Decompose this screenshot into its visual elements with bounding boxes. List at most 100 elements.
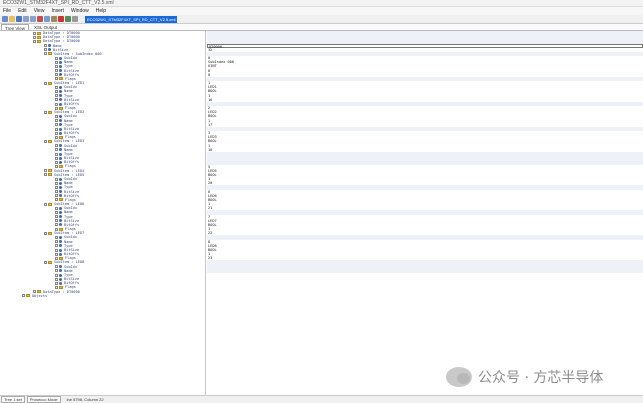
expand-toggle-icon[interactable] <box>55 73 58 77</box>
expand-toggle-icon[interactable] <box>44 44 47 48</box>
menu-view[interactable]: View <box>34 7 45 15</box>
value-pane[interactable]: DT0000 32 0 SubIndex 000 UINT 8 0 1 LED1 BOOL 1 16 2… <box>207 31 643 395</box>
expand-toggle-icon[interactable] <box>55 64 58 68</box>
open-icon[interactable] <box>9 16 15 22</box>
expand-toggle-icon[interactable] <box>55 198 58 202</box>
expand-toggle-icon[interactable] <box>55 152 58 156</box>
expand-toggle-icon[interactable] <box>55 56 58 60</box>
folder-icon <box>59 198 63 202</box>
expand-toggle-icon[interactable] <box>33 290 36 294</box>
folder-icon <box>48 52 52 56</box>
node-icon <box>59 64 62 68</box>
copy-icon[interactable] <box>44 16 50 22</box>
folder-icon <box>37 39 41 43</box>
expand-toggle-icon[interactable] <box>33 35 36 39</box>
expand-toggle-icon[interactable] <box>55 89 58 93</box>
expand-toggle-icon[interactable] <box>55 160 58 164</box>
expand-toggle-icon[interactable] <box>55 177 58 181</box>
folder-icon <box>48 110 52 114</box>
expand-toggle-icon[interactable] <box>44 110 47 114</box>
expand-toggle-icon[interactable] <box>33 39 36 43</box>
expand-toggle-icon[interactable] <box>55 115 58 119</box>
expand-toggle-icon[interactable] <box>55 148 58 152</box>
expand-toggle-icon[interactable] <box>55 277 58 281</box>
expand-toggle-icon[interactable] <box>44 231 47 235</box>
expand-toggle-icon[interactable] <box>55 185 58 189</box>
redo-icon[interactable] <box>30 16 36 22</box>
node-icon <box>59 115 62 119</box>
expand-toggle-icon[interactable] <box>55 94 58 98</box>
expand-toggle-icon[interactable] <box>55 281 58 285</box>
expand-toggle-icon[interactable] <box>55 244 58 248</box>
expand-toggle-icon[interactable] <box>55 273 58 277</box>
save-icon[interactable] <box>16 16 22 22</box>
expand-toggle-icon[interactable] <box>44 169 47 173</box>
expand-toggle-icon[interactable] <box>22 294 25 298</box>
cut-icon[interactable] <box>37 16 43 22</box>
expand-toggle-icon[interactable] <box>55 265 58 269</box>
expand-toggle-icon[interactable] <box>55 252 58 256</box>
expand-toggle-icon[interactable] <box>55 98 58 102</box>
expand-toggle-icon[interactable] <box>55 194 58 198</box>
path-field[interactable]: ECO32W1_STM32F4XT_SPI_RD_CTT_V2.5.xml <box>85 15 177 23</box>
menu-help[interactable]: Help <box>96 7 106 15</box>
expand-toggle-icon[interactable] <box>55 85 58 89</box>
delete-icon[interactable] <box>58 16 64 22</box>
expand-toggle-icon[interactable] <box>55 215 58 219</box>
tree-node[interactable]: Objects <box>0 294 205 298</box>
expand-toggle-icon[interactable] <box>55 127 58 131</box>
expand-toggle-icon[interactable] <box>55 69 58 73</box>
expand-toggle-icon[interactable] <box>55 144 58 148</box>
expand-toggle-icon[interactable] <box>55 236 58 239</box>
node-icon <box>59 240 62 244</box>
expand-toggle-icon[interactable] <box>44 261 47 265</box>
expand-toggle-icon[interactable] <box>44 48 47 52</box>
menu-insert[interactable]: Insert <box>51 7 64 15</box>
value-cell[interactable] <box>207 268 643 273</box>
expand-toggle-icon[interactable] <box>55 106 58 110</box>
expand-toggle-icon[interactable] <box>55 223 58 227</box>
expand-toggle-icon[interactable] <box>44 52 47 56</box>
tab-tree-view[interactable]: Tree View <box>1 24 30 31</box>
expand-toggle-icon[interactable] <box>55 77 58 81</box>
expand-toggle-icon[interactable] <box>55 165 58 169</box>
expand-toggle-icon[interactable] <box>55 219 58 223</box>
expand-toggle-icon[interactable] <box>55 131 58 135</box>
expand-toggle-icon[interactable] <box>44 173 47 177</box>
tree-pane[interactable]: DataType : DT0000 DataType : DT0000 DataTy… <box>0 31 206 395</box>
tree-node-label: Objects <box>32 293 48 298</box>
expand-toggle-icon[interactable] <box>55 269 58 273</box>
expand-toggle-icon[interactable] <box>55 256 58 260</box>
expand-toggle-icon[interactable] <box>44 202 47 206</box>
tab-xsl-output[interactable]: XSL Output <box>31 24 60 30</box>
expand-toggle-icon[interactable] <box>44 140 47 144</box>
expand-toggle-icon[interactable] <box>55 119 58 123</box>
print-icon[interactable] <box>72 16 78 22</box>
expand-toggle-icon[interactable] <box>55 227 58 231</box>
expand-toggle-icon[interactable] <box>44 81 47 85</box>
expand-toggle-icon[interactable] <box>55 286 58 290</box>
expand-toggle-icon[interactable] <box>55 181 58 185</box>
undo-icon[interactable] <box>23 16 29 22</box>
expand-toggle-icon[interactable] <box>55 156 58 160</box>
new-icon[interactable] <box>2 16 8 22</box>
menu-file[interactable]: File <box>3 7 11 15</box>
expand-toggle-icon[interactable] <box>55 210 58 214</box>
expand-toggle-icon[interactable] <box>55 240 58 244</box>
expand-toggle-icon[interactable] <box>55 102 58 106</box>
status-tab-mode[interactable]: Prosecco Mode <box>26 396 61 403</box>
expand-toggle-icon[interactable] <box>55 206 58 210</box>
find-icon[interactable] <box>65 16 71 22</box>
node-icon <box>59 98 62 102</box>
expand-toggle-icon[interactable] <box>55 135 58 139</box>
menu-window[interactable]: Window <box>71 7 89 15</box>
paste-icon[interactable] <box>51 16 57 22</box>
menu-edit[interactable]: Edit <box>18 7 27 15</box>
folder-icon <box>59 106 63 110</box>
expand-toggle-icon[interactable] <box>55 123 58 127</box>
expand-toggle-icon[interactable] <box>55 60 58 64</box>
status-tab-tree[interactable]: Tree 1 set <box>1 396 25 403</box>
expand-toggle-icon[interactable] <box>55 190 58 194</box>
expand-toggle-icon[interactable] <box>55 248 58 252</box>
expand-toggle-icon[interactable] <box>33 31 36 35</box>
